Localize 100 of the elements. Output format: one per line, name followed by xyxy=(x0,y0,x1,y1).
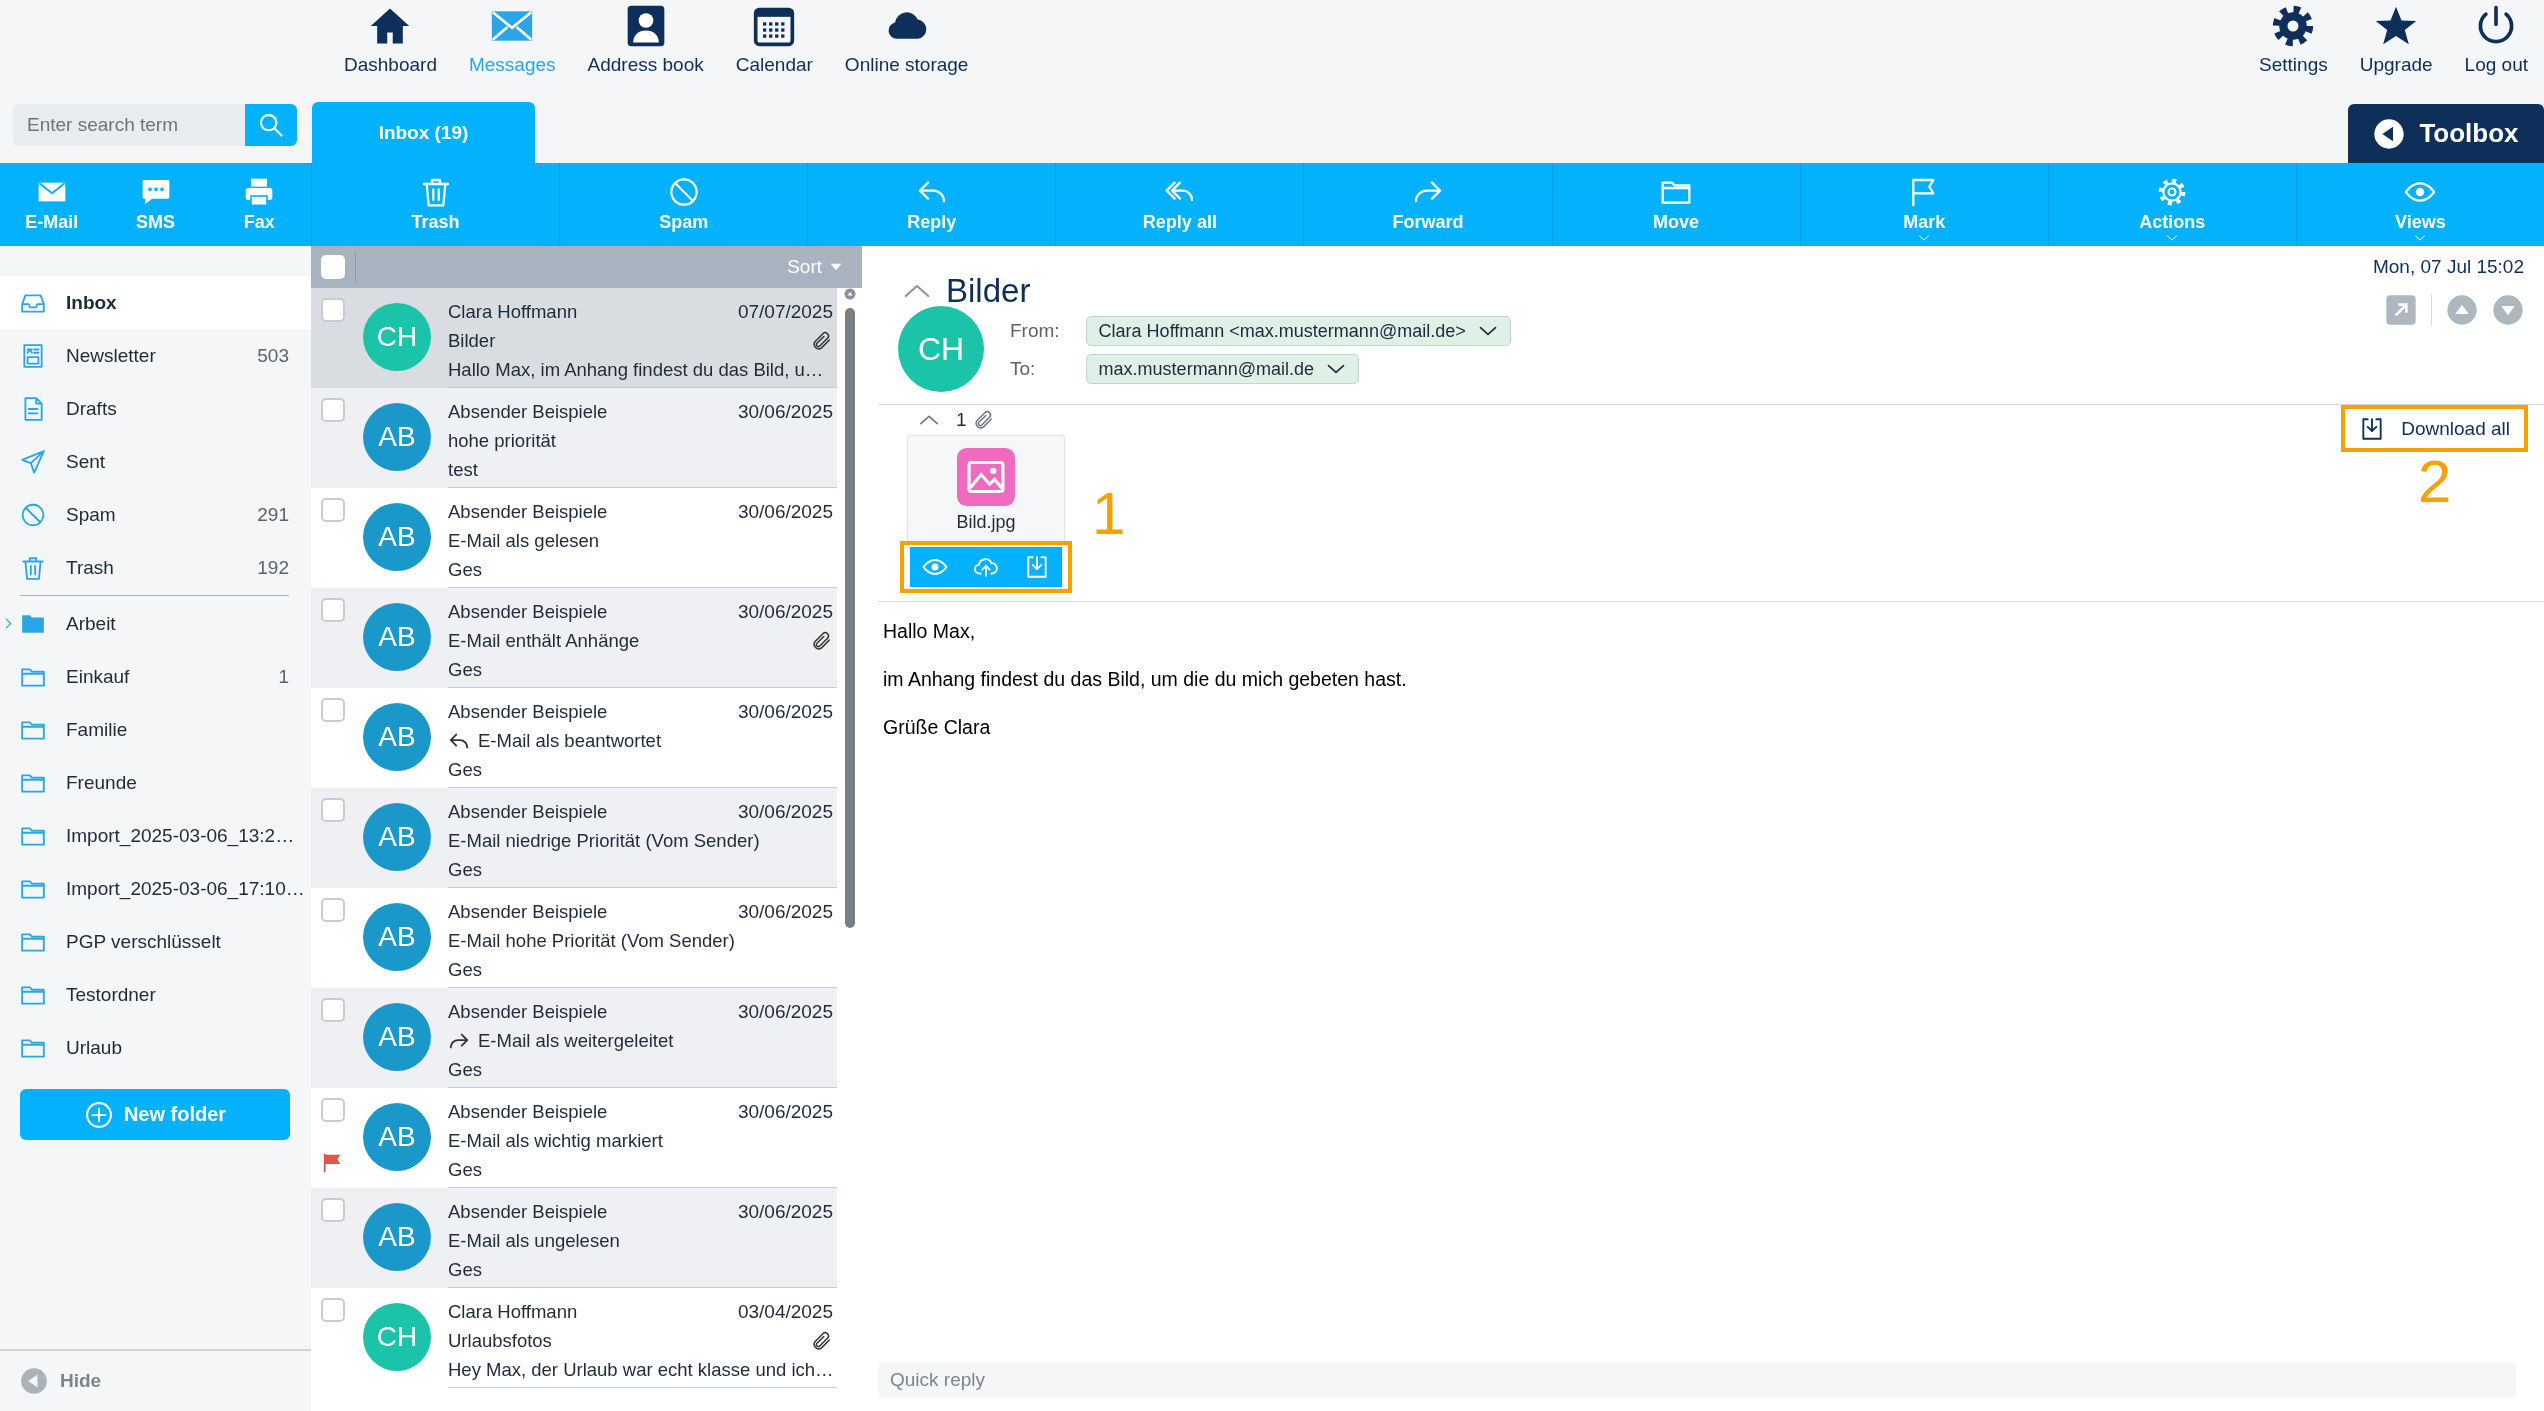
body-paragraph: im Anhang findest du das Bild, um die du mich gebeten hast. xyxy=(883,668,1408,691)
message-subject: E-Mail als gelesen xyxy=(448,529,601,553)
download-all-button[interactable]: Download all xyxy=(2341,405,2528,452)
message-subject: E-Mail als wichtig markiert xyxy=(448,1129,664,1153)
message-row[interactable]: AB Absender Beispiele 30/06/2025 E-Mail als ungelesen Ges xyxy=(311,1188,837,1288)
message-date: 30/06/2025 xyxy=(737,1200,833,1224)
folder-item[interactable]: Familie xyxy=(0,703,311,756)
sender-name: Absender Beispiele xyxy=(448,500,609,524)
checkbox[interactable] xyxy=(321,798,345,822)
folder-item[interactable]: Import_2025-03-06_17:10… xyxy=(0,862,311,915)
folder-item[interactable]: Drafts xyxy=(0,382,311,435)
message-preview: Ges xyxy=(448,1158,482,1182)
message-row[interactable]: AB Absender Beispiele 30/06/2025 E-Mail als weitergeleitet Ges xyxy=(311,988,837,1088)
folder-item[interactable]: Sent xyxy=(0,435,311,488)
search-button[interactable] xyxy=(245,104,297,146)
folder-item[interactable]: Testordner xyxy=(0,968,311,1021)
nav-item[interactable]: Online storage xyxy=(828,0,985,76)
folder-item[interactable]: PGP verschlüsselt xyxy=(0,915,311,968)
arrow-up-icon[interactable] xyxy=(2446,294,2478,326)
settings-icon xyxy=(2271,4,2316,48)
message-subject: Urlaubsfotos xyxy=(448,1329,553,1353)
callout-number: 2 xyxy=(2417,452,2452,512)
folder-item[interactable]: Freunde xyxy=(0,756,311,809)
checkbox[interactable] xyxy=(321,398,345,422)
back-icon xyxy=(2373,117,2406,150)
message-row[interactable]: AB Absender Beispiele 30/06/2025 E-Mail enthält Anhänge Ges xyxy=(311,588,837,688)
from-label: From: xyxy=(1010,320,1060,342)
checkbox[interactable] xyxy=(321,1298,345,1322)
plus-icon xyxy=(83,1099,114,1130)
sender-name: Absender Beispiele xyxy=(448,400,609,424)
open-external-icon[interactable] xyxy=(2385,294,2417,326)
image-icon xyxy=(957,448,1015,506)
message-date: Mon, 07 Jul 15:02 xyxy=(2372,256,2524,278)
checkbox[interactable] xyxy=(321,998,345,1022)
folder-item[interactable]: Spam 291 xyxy=(0,488,311,541)
checkbox[interactable] xyxy=(321,298,345,322)
nav-item[interactable]: Address book xyxy=(571,0,720,76)
folder-item[interactable]: Newsletter 503 xyxy=(0,329,311,382)
attachment-card[interactable]: Bild.jpg xyxy=(907,435,1065,541)
message-preview: Ges xyxy=(448,558,482,582)
message-subject: E-Mail enthält Anhänge xyxy=(448,629,641,653)
message-date: 30/06/2025 xyxy=(737,800,833,824)
search-field[interactable]: Enter search term xyxy=(13,104,245,146)
checkbox[interactable] xyxy=(321,498,345,522)
scrollbar-thumb[interactable] xyxy=(845,308,855,928)
folder-item[interactable]: Urlaub xyxy=(0,1021,311,1074)
toolbox-button[interactable]: Toolbox xyxy=(2348,104,2544,163)
arrow-down-icon[interactable] xyxy=(2492,294,2524,326)
message-subject: hohe priorität xyxy=(448,429,557,453)
folder-item[interactable]: Trash 192 xyxy=(0,541,311,594)
folder-item[interactable]: Inbox xyxy=(0,276,311,329)
avatar: AB xyxy=(363,803,431,871)
arrow-up-icon[interactable] xyxy=(843,288,857,300)
avatar: CH xyxy=(363,1303,431,1371)
avatar: AB xyxy=(363,503,431,571)
sender-name: Absender Beispiele xyxy=(448,1000,609,1024)
message-preview: test xyxy=(448,458,478,482)
avatar: AB xyxy=(363,603,431,671)
trash-icon xyxy=(20,554,46,581)
message-preview: Hallo Max, im Anhang findest du das Bild, u… xyxy=(448,358,824,382)
avatar: AB xyxy=(363,903,431,971)
checkbox[interactable] xyxy=(321,1198,345,1222)
recipient-chip[interactable]: max.mustermann@mail.de xyxy=(1085,354,1359,384)
no-entry-icon xyxy=(667,176,700,208)
message-preview: Ges xyxy=(448,758,482,782)
avatar: AB xyxy=(363,703,431,771)
sender-name: Absender Beispiele xyxy=(448,800,609,824)
checkbox[interactable] xyxy=(321,698,345,722)
message-row[interactable]: CH Clara Hoffmann 03/04/2025 Urlaubsfotos Hey Max, der Urlaub war echt klasse und ich… xyxy=(311,1288,837,1388)
nav-item[interactable]: Log out xyxy=(2448,0,2544,76)
message-subject: E-Mail niedrige Priorität (Vom Sender) xyxy=(448,829,761,853)
callout-number: 1 xyxy=(1092,484,1126,544)
nav-item[interactable]: Upgrade xyxy=(2343,0,2449,76)
nav-item[interactable]: Dashboard xyxy=(328,0,453,76)
message-row[interactable]: AB Absender Beispiele 30/06/2025 hohe priorität test xyxy=(311,388,837,488)
avatar: CH xyxy=(363,303,431,371)
nav-item[interactable]: Calendar xyxy=(719,0,829,76)
message-preview: Hey Max, der Urlaub war echt klasse und ich… xyxy=(448,1358,834,1382)
message-date: 07/07/2025 xyxy=(737,300,833,324)
checkbox[interactable] xyxy=(321,598,345,622)
sender-name: Clara Hoffmann xyxy=(448,300,579,324)
select-all-checkbox[interactable] xyxy=(321,255,345,279)
folder-item[interactable]: Arbeit xyxy=(0,597,311,650)
avatar: CH xyxy=(898,306,984,392)
message-subject: E-Mail als weitergeleitet xyxy=(478,1029,675,1053)
body-paragraph: Hallo Max, xyxy=(883,620,977,643)
quick-reply-field[interactable]: Quick reply xyxy=(878,1362,2516,1398)
folder-item[interactable]: Import_2025-03-06_13:2… xyxy=(0,809,311,862)
message-row[interactable]: CH Clara Hoffmann 07/07/2025 Bilder Hallo Max, im Anhang findest du das Bild, u… xyxy=(311,288,837,388)
checkbox[interactable] xyxy=(321,898,345,922)
nav-item[interactable]: Settings xyxy=(2243,0,2344,76)
message-preview: Ges xyxy=(448,958,482,982)
message-row[interactable]: AB Absender Beispiele 30/06/2025 E-Mail niedrige Priorität (Vom Sender) Ges xyxy=(311,788,837,888)
sender-chip[interactable]: Clara Hoffmann <max.mustermann@mail.de> xyxy=(1085,316,1511,346)
checkbox[interactable] xyxy=(321,1098,345,1122)
message-date: 30/06/2025 xyxy=(737,700,833,724)
message-date: 30/06/2025 xyxy=(737,1000,833,1024)
message-date: 30/06/2025 xyxy=(737,600,833,624)
folder-item[interactable]: Einkauf 1 xyxy=(0,650,311,703)
file-name: Bild.jpg xyxy=(956,512,1016,533)
